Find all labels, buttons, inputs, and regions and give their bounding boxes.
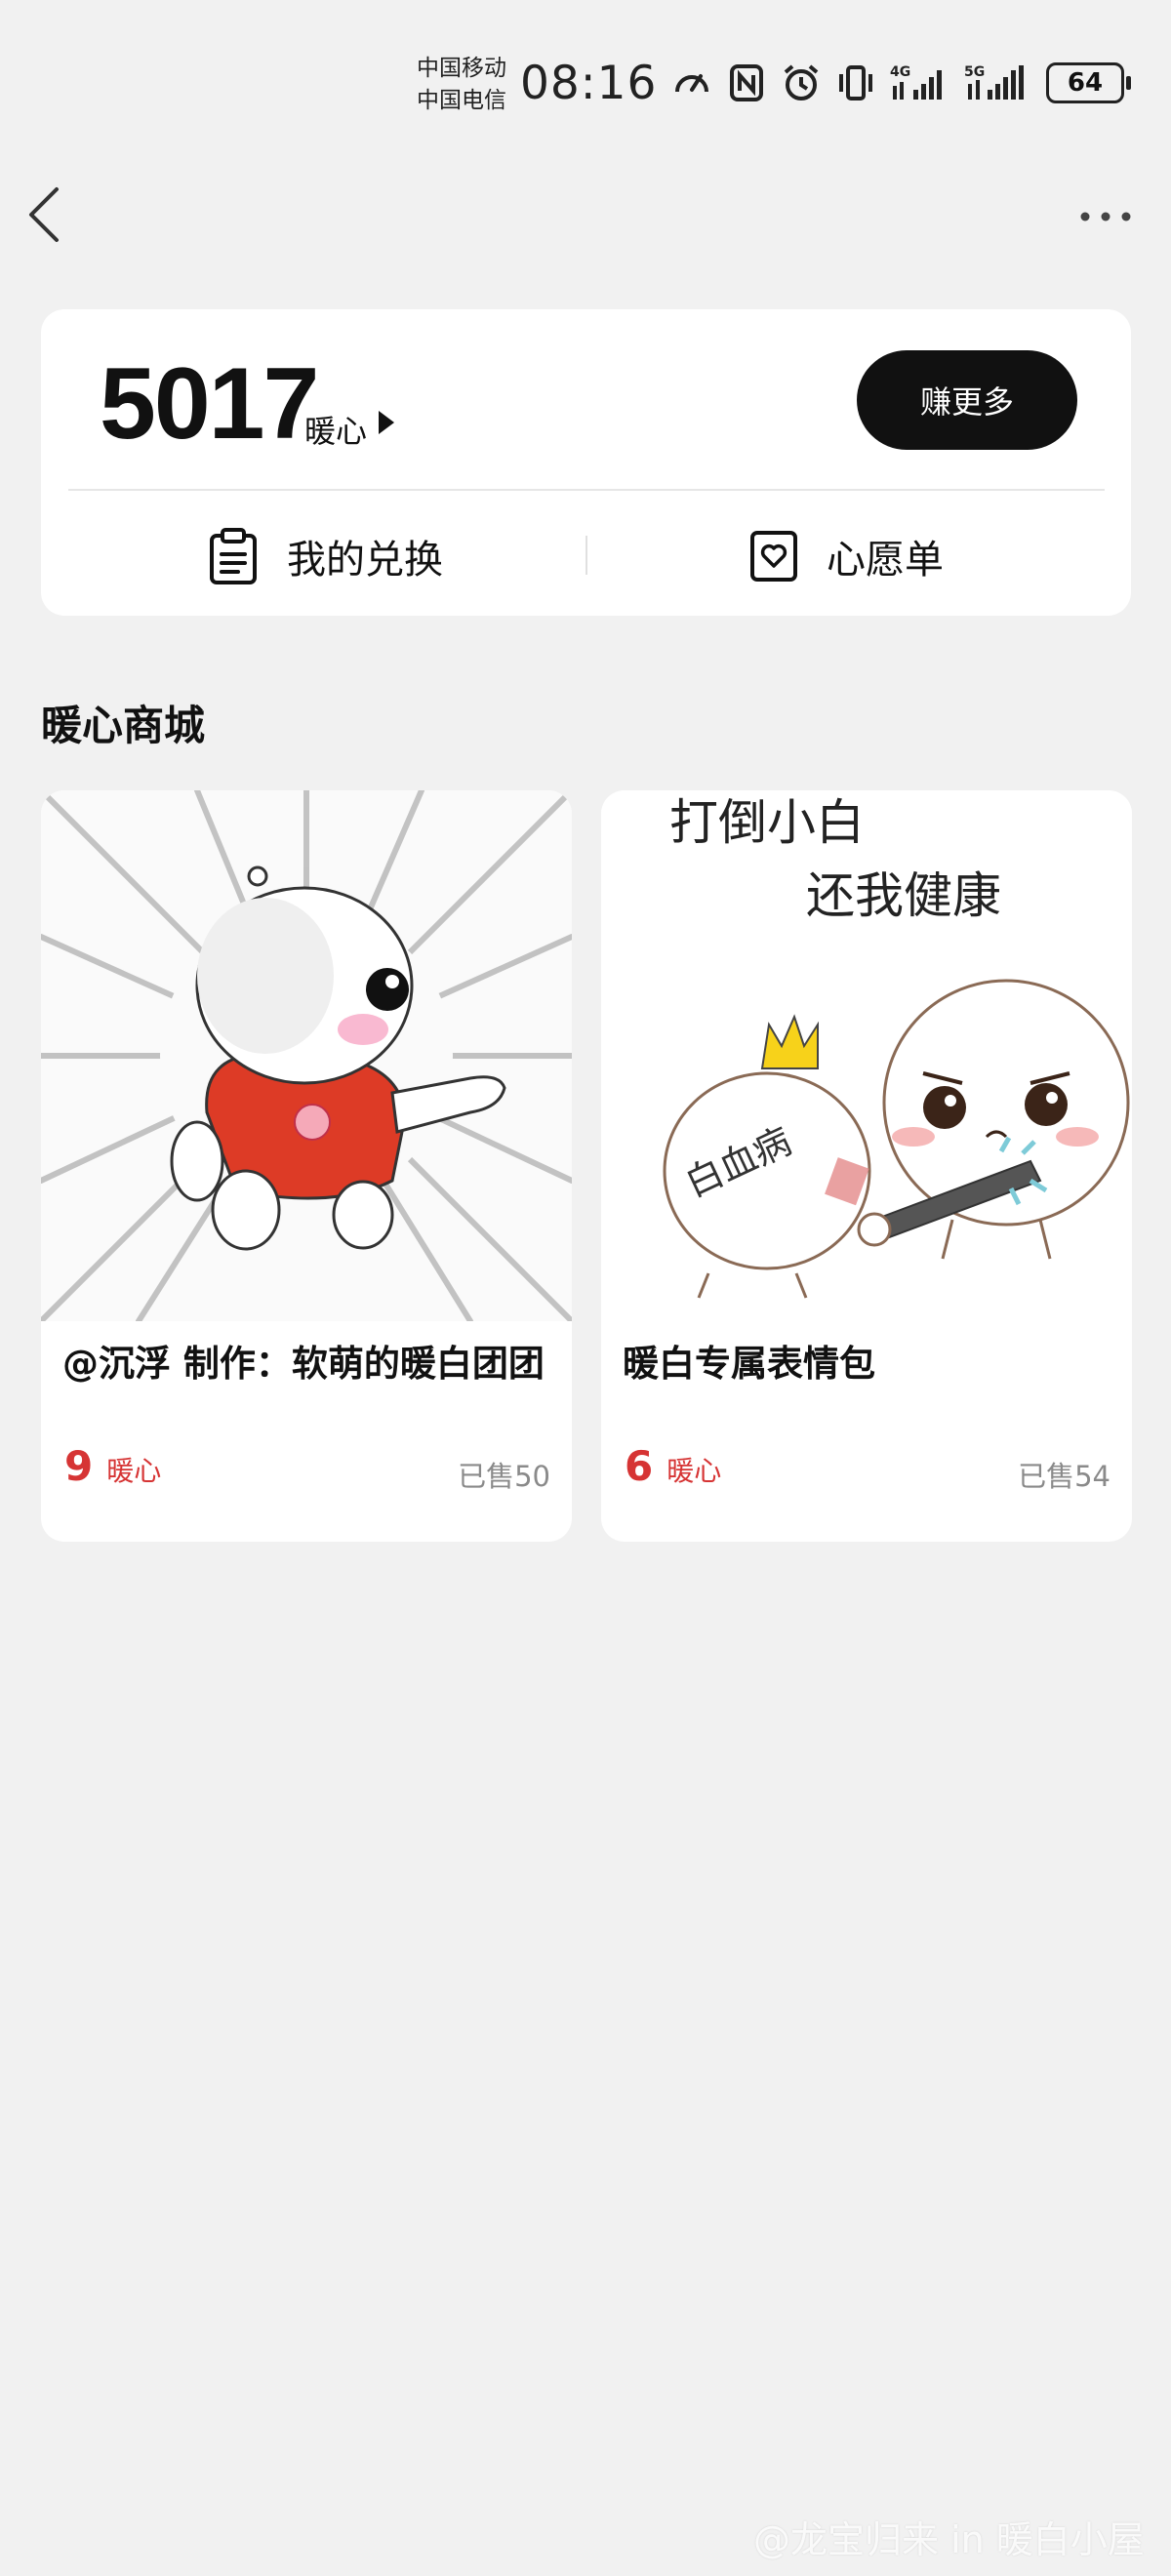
price-number: 9	[64, 1442, 94, 1490]
product-price: 9 暖心	[64, 1442, 161, 1490]
product-card[interactable]: 打倒小白 还我健康 白血病 暖白专属表情包 6 暖心 已售54	[601, 790, 1132, 1542]
back-chevron-icon	[29, 187, 59, 242]
price-unit: 暖心	[106, 1455, 162, 1487]
product-card[interactable]: @沉浮 制作：软萌的暖白团团 9 暖心 已售50	[41, 790, 572, 1542]
my-exchange-link[interactable]: 我的兑换	[207, 522, 443, 590]
sold-count: 已售50	[458, 1460, 550, 1493]
balance-detail-arrow-icon[interactable]	[379, 411, 394, 434]
svg-text:4G: 4G	[890, 64, 910, 80]
battery-indicator: 64	[1046, 62, 1131, 103]
status-bar: 中国移动 中国电信 08:16 4G 5G 64	[0, 0, 1171, 171]
status-icons: 4G 5G 64	[671, 62, 1131, 103]
wishlist-heart-icon	[750, 531, 797, 582]
earn-more-button[interactable]: 赚更多	[857, 350, 1077, 450]
carrier-labels: 中国移动 中国电信	[417, 53, 506, 117]
clipboard-icon	[210, 528, 257, 584]
signal-5g-icon: 5G	[964, 62, 1032, 103]
balance-amount: 5017	[100, 347, 319, 461]
product-price: 6 暖心	[625, 1442, 721, 1490]
carrier-1: 中国移动	[417, 56, 506, 81]
wishlist-label: 心愿单	[827, 538, 944, 583]
product-image-mascot-pointing	[41, 790, 572, 1321]
link-separator	[586, 536, 587, 575]
clock: 08:16	[520, 57, 658, 110]
alarm-icon	[781, 62, 822, 103]
product-image-emoji-pack: 打倒小白 还我健康 白血病	[601, 790, 1132, 1321]
price-unit: 暖心	[666, 1455, 722, 1487]
balance-unit[interactable]: 暖心	[304, 407, 367, 452]
product-title: 暖白专属表情包	[623, 1343, 875, 1385]
section-title: 暖心商城	[41, 702, 206, 749]
watermark: @龙宝归来 in 暖白小屋	[753, 2518, 1145, 2561]
image-text-1: 打倒小白	[669, 794, 865, 851]
carrier-2: 中国电信	[417, 88, 506, 113]
vibrate-icon	[835, 62, 876, 103]
image-text-2: 还我健康	[806, 867, 1001, 924]
price-number: 6	[625, 1442, 654, 1490]
card-divider	[68, 489, 1105, 491]
wishlist-link[interactable]: 心愿单	[748, 522, 944, 590]
my-exchange-label: 我的兑换	[287, 538, 443, 583]
balance-card: 5017 暖心 赚更多 我的兑换 心愿单	[41, 309, 1131, 616]
more-button[interactable]	[1073, 195, 1138, 238]
sold-count: 已售54	[1018, 1460, 1110, 1493]
speed-icon	[671, 62, 712, 103]
product-title: @沉浮 制作：软萌的暖白团团	[62, 1343, 545, 1385]
signal-4g-icon: 4G	[890, 62, 950, 103]
back-button[interactable]	[21, 183, 70, 246]
nfc-icon	[726, 62, 767, 103]
more-dots-icon	[1080, 212, 1131, 221]
svg-text:5G: 5G	[964, 64, 985, 80]
